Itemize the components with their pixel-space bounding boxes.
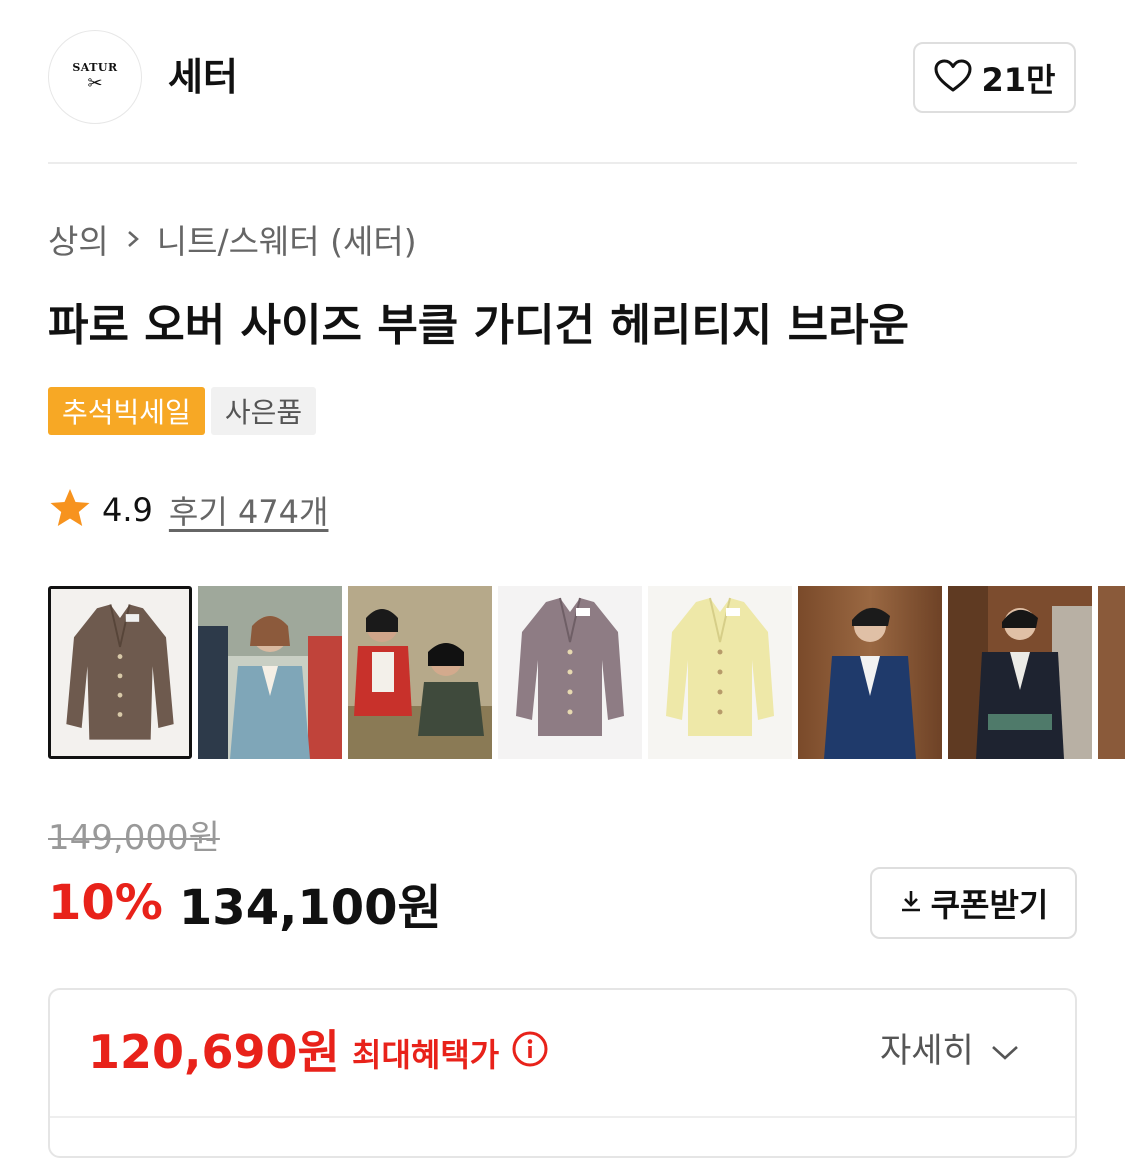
discount-rate: 10% <box>48 875 163 931</box>
thumbnail-partial-image[interactable] <box>1098 586 1125 759</box>
detail-label: 자세히 <box>880 1031 974 1071</box>
brand-logo-mark-icon: ✂ <box>87 72 103 94</box>
chevron-down-icon <box>990 1028 1020 1074</box>
breadcrumb: 상의 니트/스웨터 (세터) <box>48 216 417 262</box>
brand-name[interactable]: 세터 <box>168 52 238 102</box>
thumbnail-yellow-cardigan[interactable] <box>648 586 792 759</box>
thumbnail-model-black-cardigan[interactable] <box>948 586 1092 759</box>
download-icon <box>899 888 923 918</box>
review-link[interactable]: 후기 474개 <box>169 487 329 533</box>
star-icon <box>48 487 92 533</box>
info-icon[interactable] <box>511 1030 549 1079</box>
chevron-right-icon <box>125 227 141 251</box>
sale-badge: 추석빅세일 <box>48 387 205 435</box>
breadcrumb-item-knit[interactable]: 니트/스웨터 (세터) <box>157 215 417 263</box>
coupon-label: 쿠폰받기 <box>930 886 1049 924</box>
brand-logo[interactable]: SATUR ✂ <box>48 30 142 124</box>
header-divider <box>48 162 1077 164</box>
max-benefit-price: 120,690원 <box>88 1025 340 1079</box>
heart-icon <box>934 59 972 97</box>
breadcrumb-item-top[interactable]: 상의 <box>48 215 109 263</box>
like-button[interactable]: 21만 <box>913 42 1076 113</box>
detail-toggle[interactable]: 자세히 <box>880 1028 1020 1074</box>
like-count: 21만 <box>981 60 1056 99</box>
thumbnail-purple-cardigan[interactable] <box>498 586 642 759</box>
brand-logo-text: SATUR <box>72 60 118 74</box>
rating-score: 4.9 <box>102 491 153 529</box>
thumbnail-model-navy-cardigan[interactable] <box>798 586 942 759</box>
thumbnail-models-blue-cardigan[interactable] <box>198 586 342 759</box>
thumbnail-models-red-cardigan[interactable] <box>348 586 492 759</box>
thumbnail-brown-cardigan[interactable] <box>48 586 192 759</box>
benefit-divider <box>50 1116 1075 1118</box>
max-benefit-label-group: 최대혜택가 <box>352 1030 549 1079</box>
price-row: 10% 134,100원 <box>48 870 442 936</box>
badge-list: 추석빅세일 사은품 <box>48 387 317 435</box>
original-price: 149,000원 <box>48 818 220 858</box>
max-benefit-label: 최대혜택가 <box>352 1035 500 1074</box>
thumbnail-strip <box>48 586 1125 759</box>
rating: 4.9 후기 474개 <box>48 484 328 536</box>
product-title: 파로 오버 사이즈 부클 가디건 헤리티지 브라운 <box>48 300 910 351</box>
gift-badge: 사은품 <box>210 387 317 435</box>
coupon-button[interactable]: 쿠폰받기 <box>870 867 1077 939</box>
sale-price: 134,100원 <box>178 880 442 936</box>
